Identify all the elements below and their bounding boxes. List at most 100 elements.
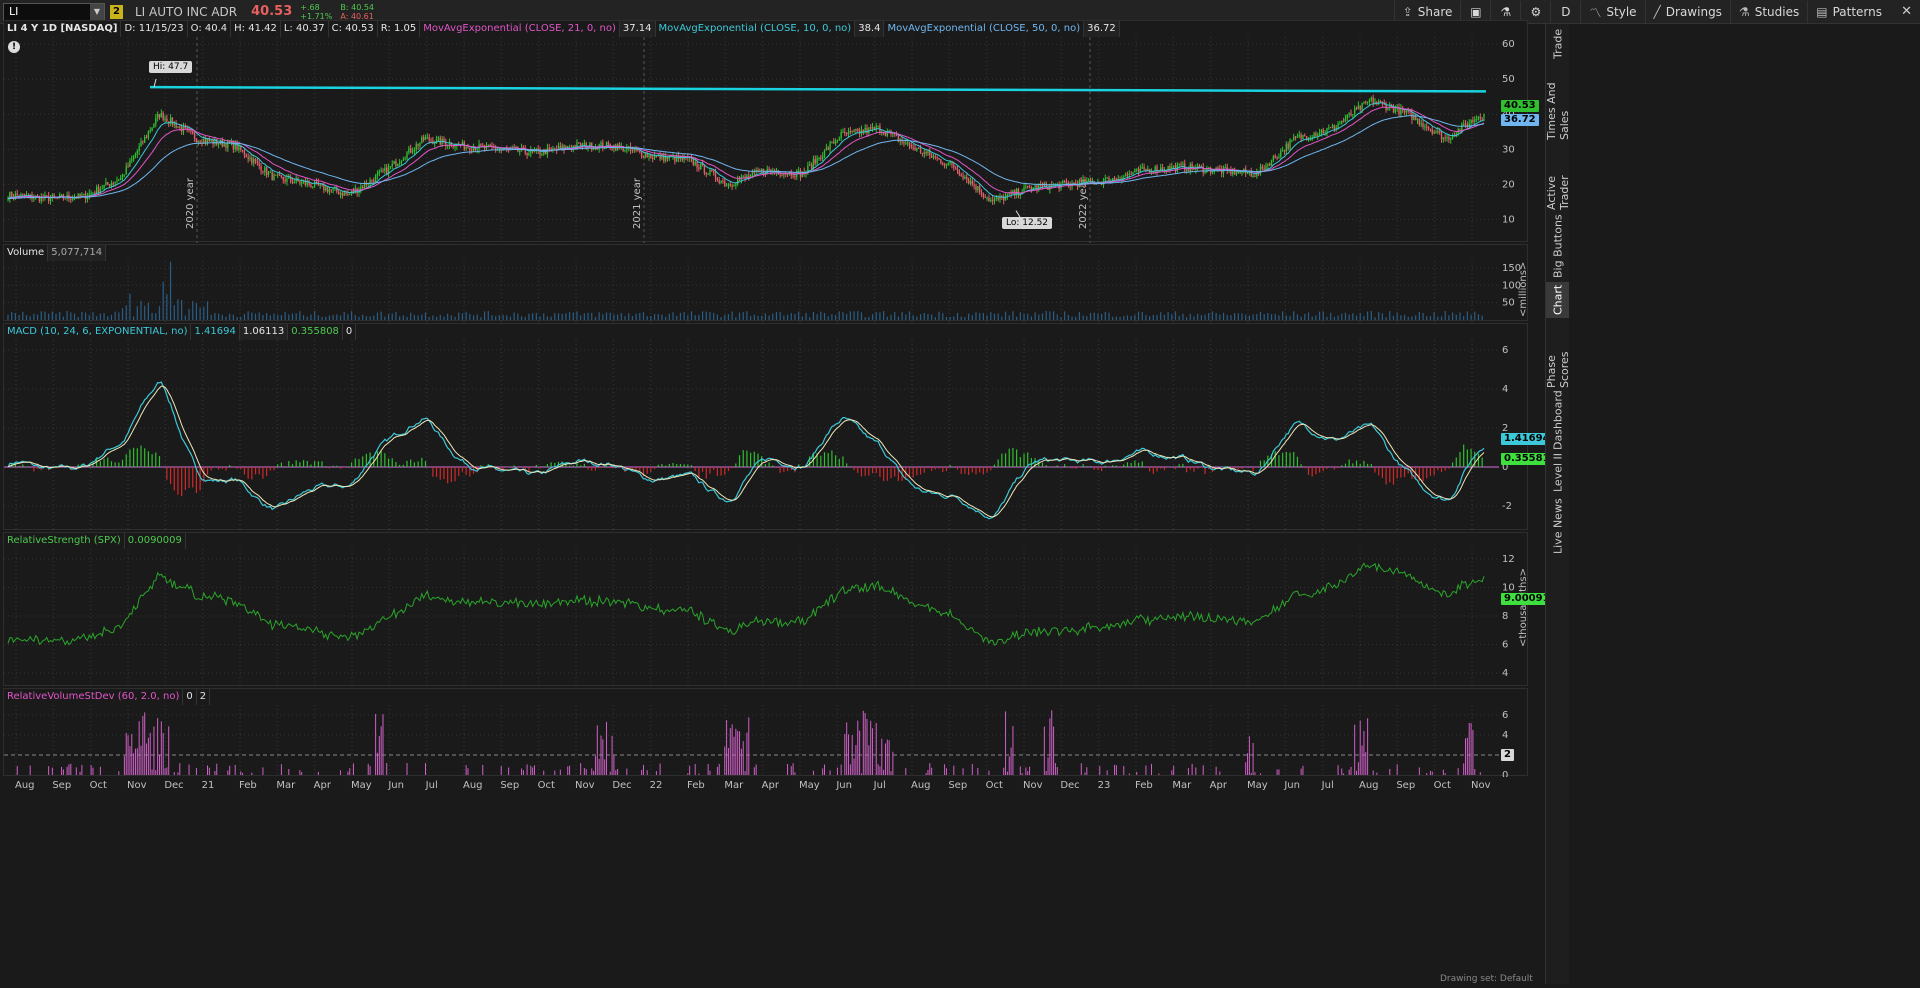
candle-body xyxy=(1285,144,1288,152)
side-tab-active-trader[interactable]: Active Trader xyxy=(1545,142,1571,210)
candle-body xyxy=(1313,133,1315,138)
macd-chart-svg[interactable]: 6420-2 xyxy=(4,324,1529,531)
volume-panel[interactable]: 150 100 50 <millions> Volume 5,077,714 xyxy=(3,244,1529,322)
candle-body xyxy=(437,137,440,139)
price-chart-svg[interactable]: 6050403020102020 year2021 year2022 year xyxy=(4,21,1529,243)
candle-body xyxy=(1357,105,1360,109)
bid-price: B: 40.54 xyxy=(340,2,375,12)
candle-body xyxy=(1431,129,1433,134)
candle-body xyxy=(1346,114,1348,119)
candle-body xyxy=(326,187,329,192)
drawing-set-status[interactable]: Drawing set: Default xyxy=(1440,974,1545,986)
candle-body xyxy=(724,181,726,186)
candle-body xyxy=(633,149,635,151)
candle-body xyxy=(116,180,118,182)
candle-body xyxy=(751,171,754,175)
candle-body xyxy=(1293,136,1295,140)
side-tab-live-news[interactable]: Live News xyxy=(1546,496,1570,556)
candle-body xyxy=(820,157,822,160)
share-icon: ⇪ xyxy=(1402,5,1413,19)
candle-body xyxy=(408,148,410,153)
candle-body xyxy=(528,153,530,156)
candle-body xyxy=(720,180,722,183)
side-tab-big-buttons[interactable]: Big Buttons xyxy=(1546,212,1570,280)
candle-body xyxy=(319,184,321,186)
side-tab-times-and-sales[interactable]: Times And Sales xyxy=(1545,68,1571,140)
candle-body xyxy=(1128,173,1131,175)
time-axis-label: Oct xyxy=(986,780,1003,791)
candle-body xyxy=(269,172,272,174)
candle-body xyxy=(1339,123,1341,125)
candle-body xyxy=(1450,138,1452,140)
candle-body xyxy=(199,140,201,143)
symbol-dropdown-icon[interactable]: ▼ xyxy=(90,3,104,20)
drawings-button[interactable]: ╱ Drawings xyxy=(1644,1,1730,23)
alert-icon[interactable]: ! xyxy=(8,41,20,53)
candle-body xyxy=(265,167,268,175)
candle-body xyxy=(480,144,482,146)
candle-body xyxy=(853,130,855,132)
macd-label[interactable]: MACD (10, 24, 6, EXPONENTIAL, no) xyxy=(4,324,192,340)
time-axis: Aug Sep Oct Nov Dec 21 Feb Mar Apr May Jun Jul Aug Se… xyxy=(15,780,1491,791)
candle-body xyxy=(142,141,144,143)
time-axis-label: Dec xyxy=(612,780,631,791)
close-icon[interactable]: ✕ xyxy=(1901,4,1912,19)
candle-body xyxy=(1477,117,1480,120)
candle-body xyxy=(1132,172,1134,175)
candle-body xyxy=(827,147,829,150)
ema21-label[interactable]: MovAvgExponential (CLOSE, 21, 0, no) xyxy=(420,21,620,37)
relative-strength-panel[interactable]: 12 10 8 6 4 <thousandths> RelativeStrength (S… xyxy=(3,532,1529,687)
symbol-input[interactable]: LI ▼ xyxy=(3,2,105,21)
candle-body xyxy=(1350,113,1352,116)
side-tab-dashboard[interactable]: Dashboard xyxy=(1546,390,1570,450)
rvsd-label[interactable]: RelativeVolumeStDev (60, 2.0, no) xyxy=(4,689,184,705)
side-tab-trade[interactable]: Trade xyxy=(1546,24,1570,64)
relative-volume-stdev-panel[interactable]: 6420 RelativeVolumeStDev (60, 2.0, no) 0… xyxy=(3,688,1529,777)
side-tab-phase-scores[interactable]: Phase Scores xyxy=(1545,320,1571,388)
candle-body xyxy=(707,173,709,175)
patterns-button[interactable]: ▤ Patterns xyxy=(1807,1,1890,23)
candle-body xyxy=(825,147,828,150)
candle-body xyxy=(973,184,975,186)
side-tab-level-ii[interactable]: Level II xyxy=(1546,452,1570,492)
candle-body xyxy=(119,177,122,181)
relative-strength-svg[interactable]: 12 10 8 6 4 <thousandths> xyxy=(4,533,1529,687)
link-group-badge[interactable]: 2 xyxy=(110,4,123,19)
candle-body xyxy=(83,193,85,195)
ema10-label[interactable]: MovAvgExponential (CLOSE, 10, 0, no) xyxy=(656,21,856,37)
candle-body xyxy=(559,146,562,149)
candle-body xyxy=(873,126,876,130)
time-axis-label: Sep xyxy=(948,780,967,791)
last-price-tag: 40.53 xyxy=(1501,100,1539,112)
style-button[interactable]: 〽 Style xyxy=(1580,1,1644,23)
candle-body xyxy=(1407,110,1409,112)
volume-chart-svg[interactable]: 15010050 <millions> xyxy=(4,245,1529,322)
time-axis-label: May xyxy=(351,780,372,791)
candle-body xyxy=(905,143,907,145)
ema10-value: 38.4 xyxy=(855,21,885,37)
macd-panel[interactable]: 6 4 2 0 -2 MACD (10, 24, 6, EXPONENTIAL, no)… xyxy=(3,323,1529,531)
candle-body xyxy=(384,167,386,172)
candle-body xyxy=(519,151,521,153)
candle-body xyxy=(840,132,842,139)
ema50-label[interactable]: MovAvgExponential (CLOSE, 50, 0, no) xyxy=(884,21,1085,37)
candle-body xyxy=(1437,131,1439,133)
price-panel[interactable]: 6050403020102020 year2021 year2022 year … xyxy=(3,20,1529,243)
candle-body xyxy=(797,170,800,172)
candle-body xyxy=(735,184,737,186)
aggregation-button[interactable]: D xyxy=(1550,1,1580,23)
candle-body xyxy=(1270,159,1273,166)
volume-label[interactable]: Volume xyxy=(4,245,49,261)
rs-label[interactable]: RelativeStrength (SPX) xyxy=(4,533,125,549)
candle-body xyxy=(716,178,719,181)
candle-body xyxy=(838,138,840,141)
candle-body xyxy=(64,198,66,200)
side-tab-chart[interactable]: Chart xyxy=(1546,282,1570,318)
rvsd-chart-svg[interactable]: 6420 xyxy=(4,689,1529,777)
candle-body xyxy=(398,162,401,164)
candle-body xyxy=(147,131,150,138)
y-tick-label: 30 xyxy=(1502,144,1515,155)
candle-body xyxy=(1315,133,1317,136)
candle-body xyxy=(1426,126,1428,128)
studies-button[interactable]: ⚗ Studies xyxy=(1729,1,1807,23)
